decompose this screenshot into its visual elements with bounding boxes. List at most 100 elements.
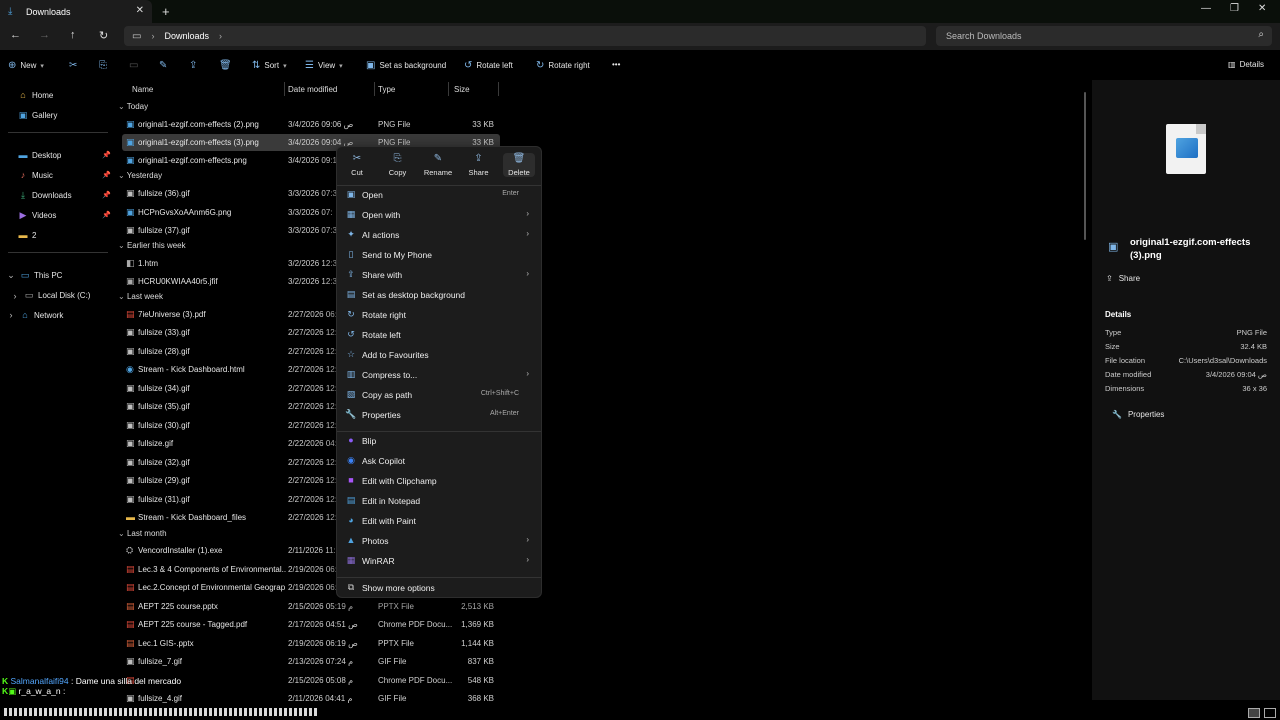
open-icon: ▣ [346,189,356,199]
context-cut-button[interactable]: ✂ Cut [341,153,373,177]
breadcrumb-downloads[interactable]: Downloads [164,31,209,41]
refresh-button[interactable]: ↻ [99,29,108,42]
share-button[interactable]: ⇪ [189,60,197,71]
more-options-button[interactable]: ••• [612,60,620,69]
sidebar-item-network[interactable]: › ⌂ Network [6,310,64,320]
sort-button[interactable]: ⇅ Sort ▾ [252,60,287,71]
paste-button[interactable]: ▭ [129,60,138,71]
context-copy-button[interactable]: ⎘ Copy [382,153,414,177]
file-row[interactable]: ▤ AEPT 225 course - Tagged.pdf 2/17/2026 0… [122,616,500,633]
chevron-right-icon[interactable]: › [151,31,154,41]
chevron-right-icon[interactable]: › [219,31,222,41]
copy-button[interactable]: ⎘ [99,60,107,71]
menu-item-blip[interactable]: ● Blip [337,432,541,450]
column-header-type[interactable]: Type [378,85,395,94]
tiles-view-button[interactable] [1264,708,1276,718]
tab-downloads[interactable]: ⤓ Downloads ✕ [0,0,152,23]
menu-item-photos[interactable]: ▲ Photos › [337,532,541,550]
column-header-size[interactable]: Size [454,85,470,94]
search-input[interactable]: Search Downloads ⌕ [936,26,1272,46]
menu-item-copy-as-path[interactable]: ▧ Copy as path Ctrl+Shift+C [337,386,541,404]
menu-item-show-more-options[interactable]: ⧉ Show more options [337,579,541,597]
address-field[interactable]: ▭ › Downloads › [124,26,926,46]
chevron-down-icon[interactable]: ⌄ [118,529,127,538]
context-rename-button[interactable]: ✎ Rename [422,153,454,177]
back-button[interactable]: ← [10,29,21,41]
column-header-name[interactable]: Name [132,85,153,94]
menu-item-open-with[interactable]: ▦ Open with › [337,206,541,224]
trash-icon: 🗑 [219,60,232,71]
group-header[interactable]: ⌄ Yesterday [118,171,162,180]
file-size: 1,369 KB [461,620,494,629]
menu-item-edit-in-notepad[interactable]: ▤ Edit in Notepad [337,492,541,510]
chevron-down-icon[interactable]: ⌄ [118,171,127,180]
new-button[interactable]: ⊕ New ▾ [8,60,44,71]
chevron-right-icon[interactable]: › [10,291,20,301]
menu-item-ai-actions[interactable]: ✦ AI actions › [337,226,541,244]
sidebar-item-local-disk[interactable]: › ▭ Local Disk (C:) [10,290,91,301]
menu-item-properties[interactable]: 🔧 Properties Alt+Enter [337,406,541,424]
menu-item-edit-with-clipchamp[interactable]: ■ Edit with Clipchamp [337,472,541,490]
menu-item-set-as-desktop-background[interactable]: ▤ Set as desktop background [337,286,541,304]
column-divider[interactable] [374,82,375,96]
up-button[interactable]: ↑ [70,29,76,41]
vertical-scrollbar[interactable] [1084,92,1086,240]
view-button[interactable]: ☰ View ▾ [305,60,343,71]
close-window-button[interactable]: ✕ [1258,3,1266,14]
menu-item-open[interactable]: ▣ Open Enter [337,186,541,204]
column-divider[interactable] [448,82,449,96]
menu-item-compress-to[interactable]: ▥ Compress to... › [337,366,541,384]
sidebar-item-music[interactable]: ♪ Music [18,170,53,180]
group-header[interactable]: ⌄ Last week [118,292,163,301]
menu-item-rotate-right[interactable]: ↻ Rotate right [337,306,541,324]
set-background-button[interactable]: ▣ Set as background [366,60,446,71]
new-tab-button[interactable]: + [162,4,170,19]
rename-button[interactable]: ✎ [159,60,167,71]
rotate-left-button[interactable]: ↺ Rotate left [464,60,513,71]
menu-item-ask-copilot[interactable]: ◉ Ask Copilot [337,452,541,470]
group-header[interactable]: ⌄ Last month [118,529,167,538]
chevron-down-icon[interactable]: ⌄ [118,241,127,250]
close-tab-icon[interactable]: ✕ [136,5,144,16]
sidebar-item-downloads[interactable]: ⤓ Downloads [18,190,72,201]
group-header[interactable]: ⌄ Today [118,102,148,111]
details-share-button[interactable]: ⇪ Share [1106,274,1140,283]
menu-item-send-to-my-phone[interactable]: ▯ Send to My Phone [337,246,541,264]
details-properties-button[interactable]: 🔧 Properties [1112,410,1164,419]
file-row[interactable]: ▤ Lec.1 GIS-.pptx 2/19/2026 06:19 ص PPTX Fi… [122,635,500,652]
details-view-button[interactable] [1248,708,1260,718]
sidebar-item-this-pc[interactable]: ⌄ ▭ This PC [6,270,62,281]
delete-button[interactable]: 🗑 [219,60,232,71]
file-row[interactable]: ▣ original1-ezgif.com-effects (2).png 3/4/… [122,116,500,133]
context-delete-button[interactable]: 🗑 Delete [503,153,535,177]
maximize-button[interactable]: ❐ [1230,3,1239,14]
menu-item-winrar[interactable]: ▦ WinRAR › [337,552,541,570]
context-share-button[interactable]: ⇪ Share [463,153,495,177]
menu-item-share-with[interactable]: ⇪ Share with › [337,266,541,284]
sidebar-item-desktop[interactable]: ▬ Desktop [18,150,62,160]
sidebar-item-home[interactable]: ⌂ Home [18,90,53,100]
menu-item-add-to-favourites[interactable]: ☆ Add to Favourites [337,346,541,364]
file-row[interactable]: ▣ fullsize_7.gif 2/13/2026 07:24 م GIF File… [122,653,500,670]
column-divider[interactable] [498,82,499,96]
rotate-right-button[interactable]: ↻ Rotate right [536,60,590,71]
column-divider[interactable] [284,82,285,96]
sidebar-item-gallery[interactable]: ▣ Gallery [18,110,58,121]
column-header-date[interactable]: Date modified [288,85,337,94]
sidebar-item-folder-2[interactable]: ▬ 2 [18,230,37,240]
menu-item-label: Send to My Phone [362,250,432,260]
minimize-button[interactable]: — [1201,3,1211,14]
file-row[interactable]: ▤ AEPT 225 course.pptx 2/15/2026 05:19 م PP… [122,598,500,615]
group-header[interactable]: ⌄ Earlier this week [118,241,186,250]
chevron-down-icon[interactable]: ⌄ [6,270,16,281]
sidebar-item-videos[interactable]: ▶ Videos [18,210,57,221]
search-icon[interactable]: ⌕ [1258,29,1264,40]
chevron-down-icon[interactable]: ⌄ [118,292,127,301]
chevron-down-icon[interactable]: ⌄ [118,102,127,111]
forward-button[interactable]: → [39,29,50,41]
cut-button[interactable]: ✂ [69,60,77,71]
menu-item-edit-with-paint[interactable]: ◕ Edit with Paint [337,512,541,530]
menu-item-rotate-left[interactable]: ↺ Rotate left [337,326,541,344]
details-toggle-button[interactable]: ▥ Details [1228,60,1264,69]
chevron-right-icon[interactable]: › [6,310,16,320]
